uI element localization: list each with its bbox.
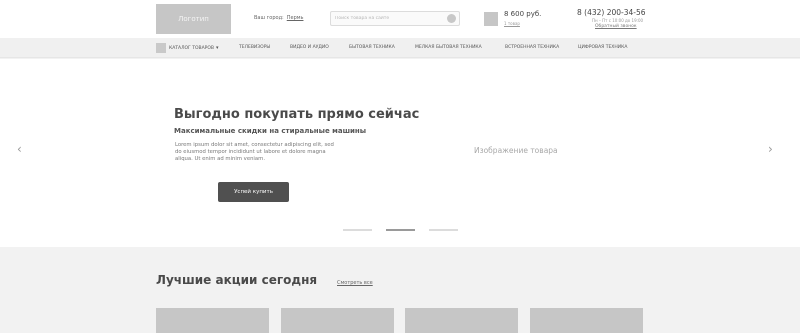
callback-link[interactable]: Обратный звонок — [595, 24, 637, 29]
nav-item-small-appliances[interactable]: МЕЛКАЯ БЫТОВАЯ ТЕХНИКА — [415, 45, 482, 50]
header: Логотип Ваш город:Пермь 8 600 руб. 1 тов… — [0, 0, 800, 38]
slider-pagination — [343, 229, 472, 231]
cart-icon[interactable] — [484, 12, 498, 26]
cart-price[interactable]: 8 600 руб. — [504, 10, 541, 18]
city-selector: Ваш город: Пермь — [254, 15, 303, 21]
buy-now-button[interactable]: Успей купить — [218, 182, 289, 202]
slider-dot[interactable] — [429, 229, 458, 231]
catalog-icon — [156, 43, 166, 53]
working-hours: Пн – Пт с 10:00 до 19:00 — [592, 18, 644, 23]
search-icon[interactable] — [447, 14, 456, 23]
slider-next-arrow-icon[interactable]: › — [768, 143, 773, 155]
catalog-label: КАТАЛОГ ТОВАРОВ — [169, 45, 214, 51]
see-all-link[interactable]: Смотреть все — [337, 280, 373, 286]
logo[interactable]: Логотип — [156, 4, 231, 34]
main-nav: КАТАЛОГ ТОВАРОВ ▾ ТЕЛЕВИЗОРЫ ВИДЕО И АУД… — [0, 38, 800, 58]
phone-number: 8 (432) 200-34-56 — [577, 8, 646, 17]
slider-dot-active[interactable] — [386, 229, 415, 231]
cart-count[interactable]: 1 товар — [504, 21, 520, 26]
nav-item-video-audio[interactable]: ВИДЕО И АУДИО — [290, 45, 329, 50]
slider-prev-arrow-icon[interactable]: ‹ — [17, 143, 22, 155]
promo-card[interactable] — [405, 308, 518, 333]
slider-dot[interactable] — [343, 229, 372, 231]
product-image-placeholder: Изображение товара — [474, 146, 558, 155]
nav-item-digital[interactable]: ЦИФРОВАЯ ТЕХНИКА — [578, 45, 627, 50]
promo-section-title: Лучшие акции сегодня — [156, 273, 318, 287]
promo-card[interactable] — [530, 308, 643, 333]
hero-subtitle: Максимальные скидки на стиральные машины — [174, 127, 367, 135]
promo-card[interactable] — [156, 308, 269, 333]
nav-item-built-in[interactable]: ВСТРОЕННАЯ ТЕХНИКА — [505, 45, 559, 50]
search-input[interactable] — [335, 12, 443, 25]
hero-title: Выгодно покупать прямо сейчас — [174, 107, 420, 122]
nav-item-appliances[interactable]: БЫТОВАЯ ТЕХНИКА — [349, 45, 395, 50]
search-box — [330, 11, 460, 26]
nav-item-tv[interactable]: ТЕЛЕВИЗОРЫ — [239, 45, 270, 50]
city-link[interactable]: Пермь — [287, 15, 304, 21]
chevron-down-icon: ▾ — [216, 45, 219, 51]
catalog-menu-button[interactable]: КАТАЛОГ ТОВАРОВ ▾ — [156, 43, 219, 53]
city-label: Ваш город: — [254, 15, 284, 21]
hero-slider: ‹ Выгодно покупать прямо сейчас Максимал… — [0, 59, 800, 247]
promo-card[interactable] — [281, 308, 394, 333]
hero-description: Lorem ipsum dolor sit amet, consectetur … — [175, 142, 334, 162]
